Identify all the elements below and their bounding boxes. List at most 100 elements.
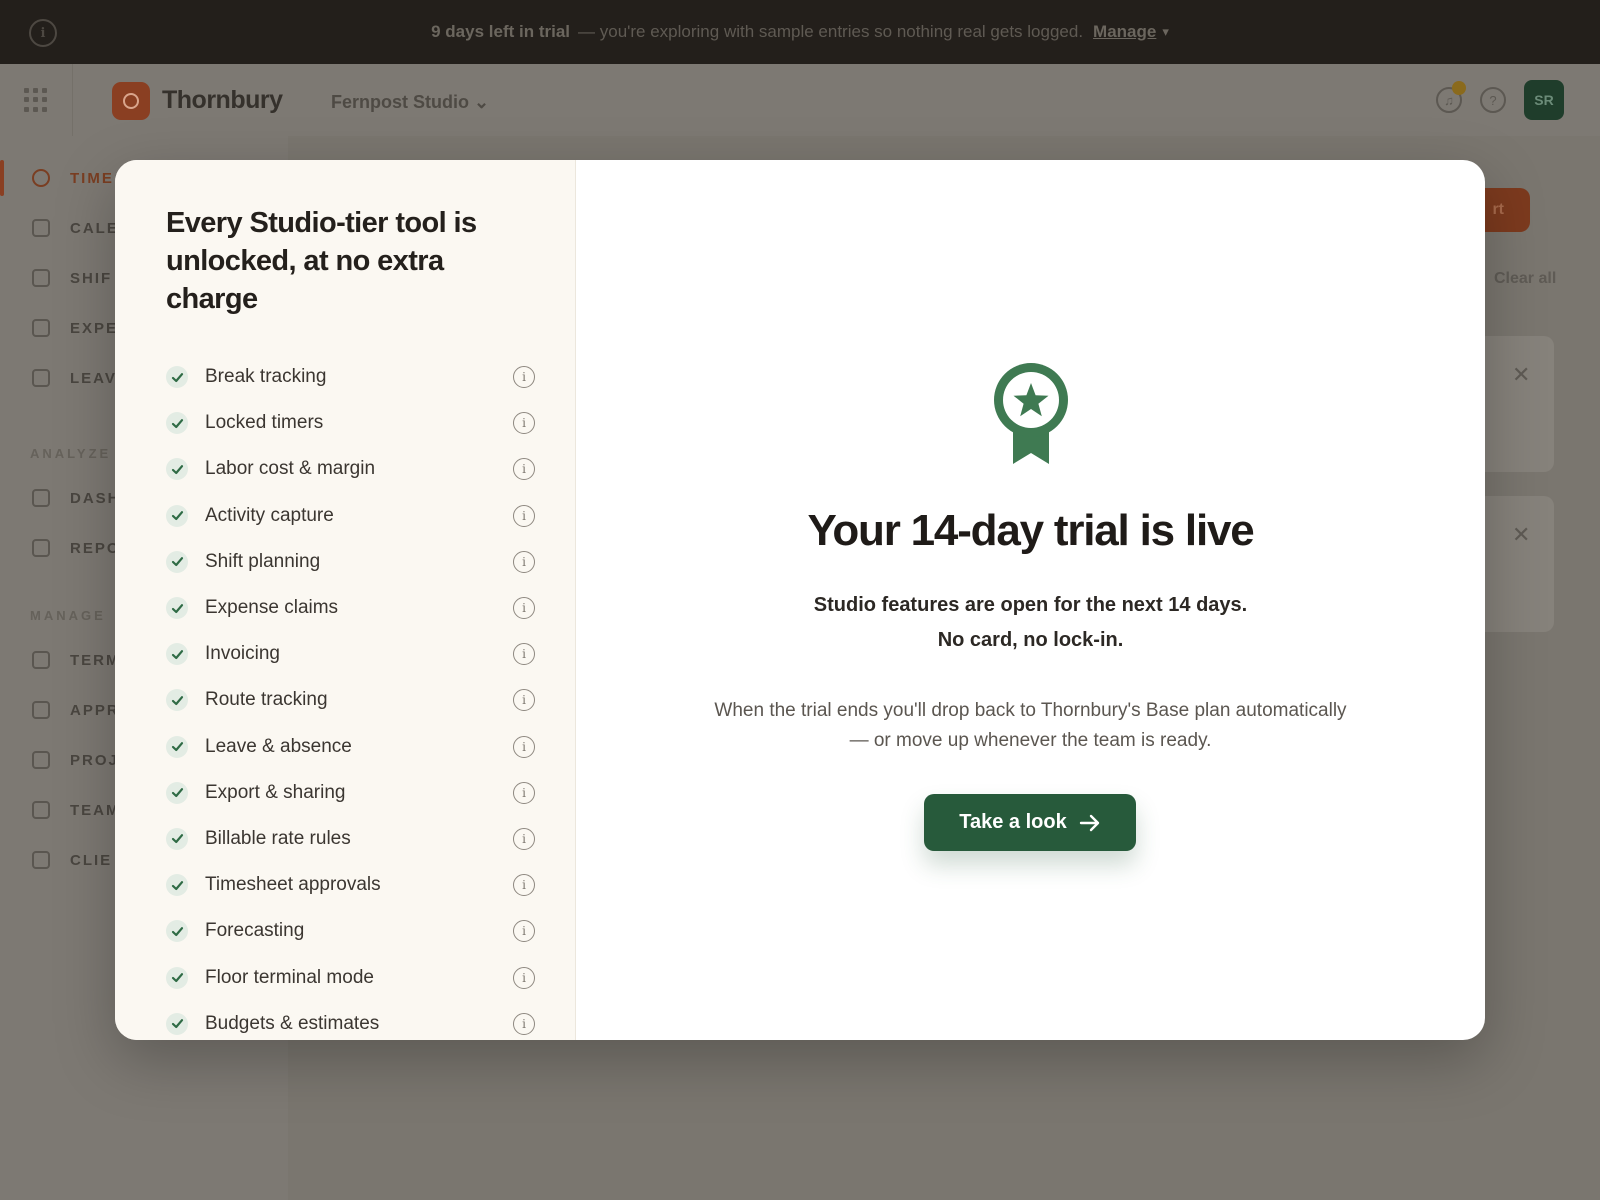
trial-title: Your 14-day trial is live bbox=[807, 506, 1254, 555]
check-icon bbox=[166, 366, 188, 389]
trial-days-left: 9 days left in trial bbox=[431, 22, 571, 41]
close-icon[interactable]: ✕ bbox=[1512, 522, 1530, 548]
take-a-look-button[interactable]: Take a look bbox=[924, 794, 1136, 851]
info-icon[interactable]: i bbox=[513, 597, 535, 620]
trial-banner: i 9 days left in trial — you're explorin… bbox=[0, 0, 1600, 64]
feature-label: Break tracking bbox=[205, 366, 327, 388]
sidebar-item-label: REPO bbox=[70, 539, 121, 557]
feature-label: Leave & absence bbox=[205, 735, 352, 757]
project-icon bbox=[32, 751, 50, 769]
trial-subtitle-line: No card, no lock-in. bbox=[937, 629, 1124, 651]
notification-dot bbox=[1452, 81, 1466, 95]
check-icon bbox=[166, 966, 188, 989]
info-icon[interactable]: i bbox=[513, 458, 535, 481]
info-icon[interactable]: i bbox=[513, 643, 535, 666]
check-icon bbox=[166, 1012, 188, 1035]
award-ribbon-icon bbox=[994, 363, 1068, 464]
clear-all-link[interactable]: Clear all bbox=[1494, 270, 1556, 288]
workspace-name: Fernpost Studio bbox=[331, 92, 469, 112]
receipt-icon bbox=[32, 319, 50, 337]
feature-label: Floor terminal mode bbox=[205, 966, 374, 988]
feature-label: Shift planning bbox=[205, 550, 321, 572]
sidebar-item-label: EXPE bbox=[70, 319, 119, 337]
brand-name[interactable]: Thornbury bbox=[162, 86, 283, 115]
check-icon bbox=[166, 504, 188, 527]
feature-item: Forecasting i bbox=[166, 908, 535, 954]
feature-item: Floor terminal mode i bbox=[166, 954, 535, 1000]
header-divider bbox=[72, 64, 73, 136]
feature-label: Invoicing bbox=[205, 643, 280, 665]
sidebar-item-label: PROJ bbox=[70, 751, 119, 769]
bell-icon[interactable]: ♫ bbox=[1436, 81, 1466, 113]
info-icon[interactable]: i bbox=[513, 781, 535, 804]
sidebar-item-label: CLIE bbox=[70, 851, 113, 869]
feature-label: Budgets & estimates bbox=[205, 1012, 380, 1034]
avatar[interactable]: SR bbox=[1524, 80, 1564, 120]
manage-link[interactable]: Manage bbox=[1093, 22, 1156, 42]
info-icon[interactable]: i bbox=[513, 550, 535, 573]
check-icon bbox=[32, 701, 50, 719]
chevron-down-icon[interactable]: ▾ bbox=[1162, 24, 1169, 40]
info-icon[interactable]: i bbox=[513, 920, 535, 943]
info-icon[interactable]: i bbox=[513, 735, 535, 758]
sidebar-heading-manage: MANAGE bbox=[30, 608, 106, 623]
feature-panel-title: Every Studio-tier tool is unlocked, at n… bbox=[166, 207, 477, 315]
feature-item: Export & sharing i bbox=[166, 770, 535, 816]
trial-modal: Every Studio-tier tool is unlocked, at n… bbox=[115, 160, 1485, 1040]
arrow-right-icon bbox=[1079, 814, 1099, 831]
sidebar-item-label: LEAV bbox=[70, 369, 117, 387]
feature-label: Locked timers bbox=[205, 412, 324, 434]
help-icon[interactable]: ? bbox=[1480, 87, 1506, 113]
trial-note: When the trial ends you'll drop back to … bbox=[576, 696, 1485, 756]
shift-icon bbox=[32, 269, 50, 287]
feature-item: Shift planning i bbox=[166, 539, 535, 585]
check-icon bbox=[166, 735, 188, 758]
workspace-switcher[interactable]: Fernpost Studio ⌄ bbox=[331, 92, 489, 113]
feature-item: Billable rate rules i bbox=[166, 816, 535, 862]
app-header: Thornbury Fernpost Studio ⌄ ♫ ? SR bbox=[0, 64, 1600, 136]
info-icon[interactable]: i bbox=[513, 966, 535, 989]
sidebar-item-label: CALE bbox=[70, 219, 119, 237]
feature-label: Forecasting bbox=[205, 920, 305, 942]
bar-chart-icon bbox=[32, 539, 50, 557]
trial-note-line: — or move up whenever the team is ready. bbox=[849, 730, 1212, 751]
feature-label: Timesheet approvals bbox=[205, 874, 381, 896]
feature-item: Activity capture i bbox=[166, 493, 535, 539]
close-icon[interactable]: ✕ bbox=[1512, 362, 1530, 388]
sidebar-item-label: SHIF bbox=[70, 269, 113, 287]
info-icon[interactable]: i bbox=[513, 1012, 535, 1035]
feature-item: Expense claims i bbox=[166, 585, 535, 631]
info-icon[interactable]: i bbox=[513, 366, 535, 389]
check-icon bbox=[166, 827, 188, 850]
check-icon bbox=[166, 458, 188, 481]
check-icon bbox=[166, 597, 188, 620]
check-icon bbox=[166, 412, 188, 435]
info-icon[interactable]: i bbox=[29, 19, 57, 47]
app-grid-icon[interactable] bbox=[24, 88, 48, 112]
sidebar-item-label: DASH bbox=[70, 489, 121, 507]
feature-list: Break tracking i Locked timers i Labor cost … bbox=[166, 354, 535, 1040]
info-icon[interactable]: i bbox=[513, 504, 535, 527]
sidebar-item-label: APPR bbox=[70, 701, 120, 719]
check-icon bbox=[166, 550, 188, 573]
team-icon bbox=[32, 801, 50, 819]
terminal-icon bbox=[32, 651, 50, 669]
trial-subtitle: Studio features are open for the next 14… bbox=[576, 588, 1485, 658]
info-icon[interactable]: i bbox=[513, 689, 535, 712]
feature-item: Break tracking i bbox=[166, 354, 535, 400]
info-icon[interactable]: i bbox=[513, 827, 535, 850]
feature-label: Route tracking bbox=[205, 689, 328, 711]
feature-label: Labor cost & margin bbox=[205, 458, 376, 480]
check-icon bbox=[166, 920, 188, 943]
clock-icon bbox=[32, 169, 50, 187]
info-icon[interactable]: i bbox=[513, 874, 535, 897]
dashboard-icon bbox=[32, 489, 50, 507]
feature-item: Route tracking i bbox=[166, 677, 535, 723]
feature-label: Billable rate rules bbox=[205, 827, 351, 849]
info-icon[interactable]: i bbox=[513, 412, 535, 435]
check-icon bbox=[166, 689, 188, 712]
client-icon bbox=[32, 851, 50, 869]
sidebar-heading-analyze: ANALYZE bbox=[30, 446, 112, 461]
feature-item: Leave & absence i bbox=[166, 724, 535, 770]
feature-item: Invoicing i bbox=[166, 631, 535, 677]
